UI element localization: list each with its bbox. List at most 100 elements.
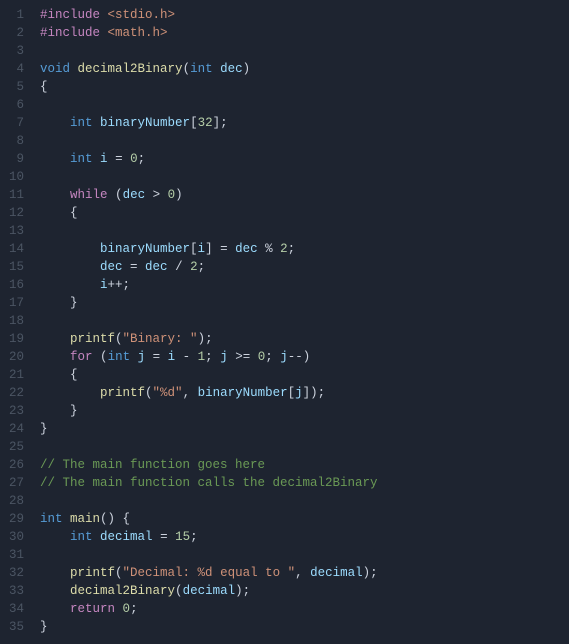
code-line[interactable]: for (int j = i - 1; j >= 0; j--) [40,348,378,366]
token-num: 0 [123,602,131,616]
line-number: 20 [0,348,24,366]
token-punc: ); [198,332,213,346]
code-line[interactable] [40,312,378,330]
token-op: % [258,242,281,256]
token-op [93,152,101,166]
token-var: j [280,350,288,364]
code-line[interactable] [40,438,378,456]
code-line[interactable] [40,96,378,114]
code-line[interactable]: int main() { [40,510,378,528]
token-include-path: <math.h> [108,26,168,40]
token-op: / [168,260,191,274]
code-line[interactable]: { [40,366,378,384]
code-line[interactable]: int i = 0; [40,150,378,168]
code-line[interactable]: { [40,78,378,96]
code-line[interactable] [40,168,378,186]
token-punc: ; [198,260,206,274]
token-op [115,602,123,616]
code-line[interactable]: return 0; [40,600,378,618]
code-line[interactable]: printf("Binary: "); [40,330,378,348]
code-line[interactable]: } [40,618,378,636]
code-line[interactable]: void decimal2Binary(int dec) [40,60,378,78]
token-var: j [295,386,303,400]
code-line[interactable]: #include <math.h> [40,24,378,42]
token-punc: { [70,206,78,220]
token-var: dec [145,260,168,274]
token-punc: { [70,368,78,382]
code-line[interactable]: // The main function calls the decimal2B… [40,474,378,492]
token-preproc: #include [40,8,100,22]
code-line[interactable]: dec = dec / 2; [40,258,378,276]
line-number: 5 [0,78,24,96]
line-number: 31 [0,546,24,564]
code-line[interactable]: binaryNumber[i] = dec % 2; [40,240,378,258]
token-type: int [190,62,213,76]
code-line[interactable] [40,42,378,60]
token-punc: ) [243,62,251,76]
code-editor[interactable]: 1234567891011121314151617181920212223242… [0,0,569,644]
code-line[interactable] [40,132,378,150]
token-var: i [100,278,108,292]
token-punc: ( [115,332,123,346]
code-line[interactable]: int binaryNumber[32]; [40,114,378,132]
code-line[interactable]: } [40,420,378,438]
code-content[interactable]: #include <stdio.h>#include <math.h> void… [34,0,378,644]
token-func: main [70,512,100,526]
token-var: binaryNumber [198,386,288,400]
token-punc: { [40,80,48,94]
code-line[interactable]: printf("%d", binaryNumber[j]); [40,384,378,402]
token-punc: ; [138,152,146,166]
code-line[interactable] [40,546,378,564]
code-line[interactable]: decimal2Binary(decimal); [40,582,378,600]
code-line[interactable]: int decimal = 15; [40,528,378,546]
line-number: 17 [0,294,24,312]
code-line[interactable]: } [40,402,378,420]
token-op [40,206,70,220]
token-punc: ] [205,242,213,256]
token-var: dec [235,242,258,256]
token-punc: ; [123,278,131,292]
token-var: j [220,350,228,364]
code-line[interactable]: // The main function goes here [40,456,378,474]
token-op [40,350,70,364]
token-punc: ( [183,62,191,76]
token-num: 2 [280,242,288,256]
token-punc: [ [190,116,198,130]
token-op: = [123,260,146,274]
token-num: 2 [190,260,198,274]
token-var: i [100,152,108,166]
token-op [213,62,221,76]
line-number: 3 [0,42,24,60]
token-op: - [175,350,198,364]
token-op [40,404,70,418]
token-op [40,296,70,310]
token-punc: ; [265,350,280,364]
code-line[interactable]: } [40,294,378,312]
code-line[interactable] [40,222,378,240]
token-op [130,350,138,364]
line-number: 13 [0,222,24,240]
code-line[interactable]: { [40,204,378,222]
token-str: "Binary: " [123,332,198,346]
token-var: decimal [100,530,153,544]
code-line[interactable] [40,492,378,510]
token-op: -- [288,350,303,364]
token-op [40,602,70,616]
token-func: decimal2Binary [78,62,183,76]
line-number: 4 [0,60,24,78]
token-op: = [153,530,176,544]
token-punc: ); [363,566,378,580]
token-type: int [108,350,131,364]
token-op [93,350,101,364]
token-var: dec [123,188,146,202]
code-line[interactable]: while (dec > 0) [40,186,378,204]
token-op [40,584,70,598]
code-line[interactable]: #include <stdio.h> [40,6,378,24]
code-line[interactable]: i++; [40,276,378,294]
token-var: j [138,350,146,364]
token-var: decimal [310,566,363,580]
token-var: dec [100,260,123,274]
token-str: "%d" [153,386,183,400]
token-var: binaryNumber [100,116,190,130]
code-line[interactable]: printf("Decimal: %d equal to ", decimal)… [40,564,378,582]
